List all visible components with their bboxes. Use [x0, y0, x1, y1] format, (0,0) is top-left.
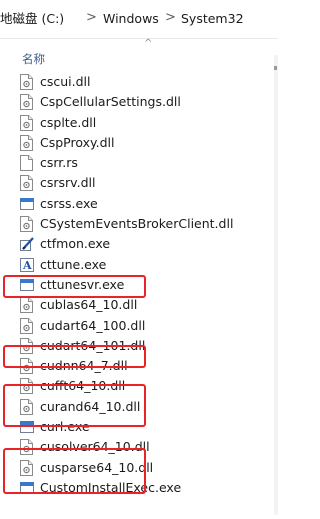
file-name: cudart64_101.dll	[40, 337, 146, 353]
file-name: cscui.dll	[40, 74, 91, 89]
collapse-chevron-icon[interactable]: ^	[144, 39, 152, 49]
address-bar[interactable]: 地磁盘 (C:) > Windows > System32	[0, 0, 278, 39]
dll-file-icon	[20, 175, 33, 192]
dll-file-icon	[20, 439, 33, 456]
file-name: cusolver64_10.dll	[40, 439, 150, 455]
svg-text:A: A	[22, 259, 32, 272]
file-explorer-window: 地磁盘 (C:) > Windows > System32 ^ 名称 cscui…	[0, 0, 278, 519]
breadcrumb-system32[interactable]: System32	[181, 11, 244, 27]
file-name: csrr.rs	[40, 155, 78, 171]
file-row[interactable]: cublas64_10.dll	[0, 295, 270, 315]
file-row[interactable]: ctfmon.exe	[0, 234, 270, 254]
file-row[interactable]: cufft64_10.dll	[0, 376, 270, 396]
file-name: csplte.dll	[40, 114, 97, 130]
exe-window-icon	[20, 480, 34, 496]
file-row[interactable]: CspProxy.dll	[0, 133, 270, 153]
file-row[interactable]: csplte.dll	[0, 113, 270, 133]
breadcrumb-separator-icon[interactable]: >	[86, 10, 97, 26]
file-row[interactable]: CSystemEventsBrokerClient.dll	[0, 214, 270, 234]
file-row[interactable]: csrss.exe	[0, 194, 270, 214]
scrollbar-thumb[interactable]	[274, 66, 277, 70]
file-name: cublas64_10.dll	[40, 297, 138, 313]
dll-file-icon	[20, 74, 33, 90]
file-row[interactable]: cudnn64_7.dll	[0, 356, 270, 376]
dll-file-icon	[20, 398, 33, 415]
file-row[interactable]: csrr.rs	[0, 153, 270, 173]
file-row[interactable]: CspCellularSettings.dll	[0, 92, 270, 112]
generic-file-icon	[20, 155, 33, 172]
file-name: curl.exe	[40, 419, 90, 435]
file-row[interactable]: cusolver64_10.dll	[0, 437, 270, 457]
file-list: cscui.dll CspCellularSettings.dll csplte.d…	[0, 72, 270, 498]
file-name: cufft64_10.dll	[40, 378, 126, 394]
exe-window-icon	[20, 419, 34, 435]
ctfmon-pen-icon	[20, 236, 34, 252]
file-row[interactable]: cusparse64_10.dll	[0, 458, 270, 478]
dll-file-icon	[20, 114, 33, 131]
dll-file-icon	[20, 358, 33, 375]
exe-window-icon	[20, 277, 34, 293]
file-name: cttune.exe	[40, 256, 107, 272]
file-name: cudart64_100.dll	[40, 317, 146, 333]
file-row[interactable]: cscui.dll	[0, 72, 270, 92]
file-name: cttunesvr.exe	[40, 276, 125, 292]
file-row[interactable]: curl.exe	[0, 417, 270, 437]
file-name: csrss.exe	[40, 195, 98, 211]
exe-window-icon	[20, 196, 34, 212]
dll-file-icon	[20, 297, 33, 314]
vertical-scrollbar[interactable]	[274, 55, 278, 515]
file-name: curand64_10.dll	[40, 398, 141, 414]
dll-file-icon	[20, 317, 33, 334]
dll-file-icon	[20, 216, 33, 233]
file-row[interactable]: cudart64_101.dll	[0, 336, 270, 356]
dll-file-icon	[20, 459, 33, 476]
dll-file-icon	[20, 134, 33, 151]
file-name: CSystemEventsBrokerClient.dll	[40, 216, 234, 232]
file-name: CustomInstallExec.exe	[40, 479, 182, 495]
dll-file-icon	[20, 337, 33, 354]
file-row[interactable]: curand64_10.dll	[0, 397, 270, 417]
file-name: CspProxy.dll	[40, 134, 115, 150]
file-name: ctfmon.exe	[40, 236, 111, 252]
file-name: cudnn64_7.dll	[40, 358, 128, 374]
column-header-name[interactable]: 名称	[22, 52, 45, 66]
dll-file-icon	[20, 94, 33, 111]
breadcrumb-separator-icon[interactable]: >	[165, 10, 176, 26]
file-row[interactable]: cudart64_100.dll	[0, 316, 270, 336]
file-name: CspCellularSettings.dll	[40, 94, 181, 110]
file-row[interactable]: csrsrv.dll	[0, 173, 270, 193]
file-name: csrsrv.dll	[40, 175, 96, 191]
breadcrumb-drive[interactable]: 地磁盘 (C:)	[0, 11, 64, 27]
file-name: cusparse64_10.dll	[40, 459, 154, 475]
file-row[interactable]: Acttune.exe	[0, 255, 270, 275]
file-row[interactable]: CustomInstallExec.exe	[0, 478, 270, 498]
cttune-font-icon: A	[20, 257, 34, 273]
file-row[interactable]: cttunesvr.exe	[0, 275, 270, 295]
dll-file-icon	[20, 378, 33, 395]
breadcrumb-windows[interactable]: Windows	[103, 11, 159, 27]
